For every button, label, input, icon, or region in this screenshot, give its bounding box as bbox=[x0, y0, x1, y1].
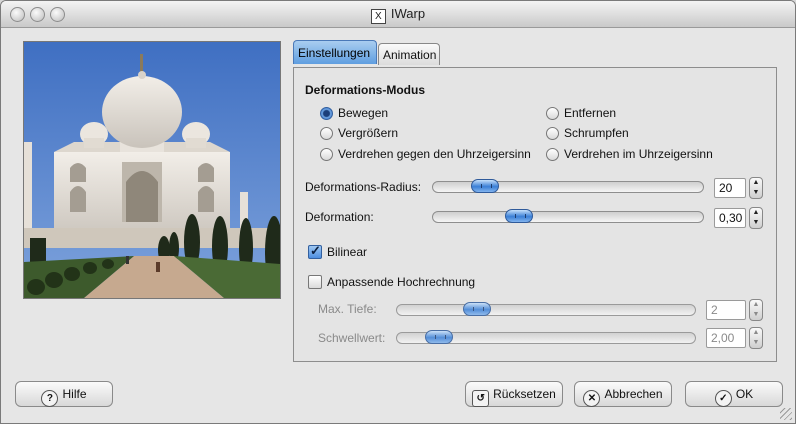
radius-slider-thumb[interactable] bbox=[471, 179, 499, 193]
adaptive-supersample-checkbox[interactable] bbox=[308, 275, 322, 289]
preview-image[interactable] bbox=[23, 41, 281, 299]
check-icon: ✓ bbox=[714, 390, 732, 407]
cancel-button[interactable]: ✕ Abbrechen bbox=[574, 381, 672, 407]
threshold-slider[interactable] bbox=[396, 330, 696, 344]
help-button[interactable]: ? Hilfe bbox=[15, 381, 113, 407]
radio-bewegen-label[interactable]: Bewegen bbox=[338, 106, 388, 120]
deformation-label: Deformation: bbox=[305, 210, 374, 224]
max-depth-slider[interactable] bbox=[396, 302, 696, 316]
question-circle-icon: ? bbox=[41, 390, 59, 407]
radius-stepper[interactable]: ▲ ▼ bbox=[749, 177, 763, 199]
tab-einstellungen-label: Einstellungen bbox=[298, 46, 371, 60]
radio-vergroessern-label[interactable]: Vergrößern bbox=[338, 126, 398, 140]
max-depth-slider-thumb[interactable] bbox=[463, 302, 491, 316]
reset-button[interactable]: ↺ Rücksetzen bbox=[465, 381, 563, 407]
radio-schrumpfen-label[interactable]: Schrumpfen bbox=[564, 126, 629, 140]
cancel-x-icon: ✕ bbox=[583, 390, 601, 407]
radio-verdrehen-im[interactable] bbox=[546, 148, 559, 161]
window-title-text: IWarp bbox=[390, 6, 426, 21]
resize-grip[interactable] bbox=[780, 408, 792, 420]
cancel-button-label: Abbrechen bbox=[604, 387, 663, 401]
deformation-slider[interactable] bbox=[432, 209, 704, 223]
deformation-stepper[interactable]: ▲ ▼ bbox=[749, 207, 763, 229]
radio-entfernen-label[interactable]: Entfernen bbox=[564, 106, 616, 120]
threshold-label: Schwellwert: bbox=[318, 331, 386, 345]
radio-verdrehen-gegen[interactable] bbox=[320, 148, 333, 161]
deformation-value-field[interactable]: 0,30 bbox=[714, 208, 746, 228]
radio-bewegen[interactable] bbox=[320, 107, 333, 120]
radio-entfernen[interactable] bbox=[546, 107, 559, 120]
radio-verdrehen-im-label[interactable]: Verdrehen im Uhrzeigersinn bbox=[564, 147, 713, 161]
help-button-label: Hilfe bbox=[62, 387, 87, 401]
tab-einstellungen[interactable]: Einstellungen bbox=[293, 40, 377, 64]
radio-schrumpfen[interactable] bbox=[546, 127, 559, 140]
max-depth-stepper[interactable]: ▲ ▼ bbox=[749, 299, 763, 321]
threshold-value-field[interactable]: 2,00 bbox=[706, 328, 746, 348]
reset-icon: ↺ bbox=[472, 390, 490, 407]
title-bar[interactable]: X IWarp bbox=[1, 1, 795, 28]
settings-panel: Deformations-Modus Bewegen Entfernen Ver… bbox=[293, 67, 777, 362]
ok-button[interactable]: ✓ OK bbox=[685, 381, 783, 407]
iwarp-dialog-window: X IWarp Einstellungen Animation Deformat… bbox=[0, 0, 796, 424]
bilinear-checkbox[interactable] bbox=[308, 243, 322, 259]
radius-slider[interactable] bbox=[432, 179, 704, 193]
dialog-content: Einstellungen Animation Deformations-Mod… bbox=[1, 28, 795, 423]
tab-animation[interactable]: Animation bbox=[378, 43, 440, 65]
mode-group-title: Deformations-Modus bbox=[305, 83, 425, 97]
reset-button-label: Rücksetzen bbox=[493, 387, 556, 401]
max-depth-value-field[interactable]: 2 bbox=[706, 300, 746, 320]
tab-animation-label: Animation bbox=[383, 48, 437, 62]
max-depth-label: Max. Tiefe: bbox=[318, 302, 377, 316]
adaptive-supersample-label[interactable]: Anpassende Hochrechnung bbox=[327, 275, 475, 289]
window-title: X IWarp bbox=[1, 6, 795, 24]
threshold-slider-thumb[interactable] bbox=[425, 330, 453, 344]
threshold-stepper[interactable]: ▲ ▼ bbox=[749, 327, 763, 349]
ok-button-label: OK bbox=[735, 387, 754, 401]
x11-app-icon: X bbox=[370, 9, 386, 24]
radio-vergroessern[interactable] bbox=[320, 127, 333, 140]
bilinear-label[interactable]: Bilinear bbox=[327, 245, 367, 259]
radius-value-field[interactable]: 20 bbox=[714, 178, 746, 198]
radius-label: Deformations-Radius: bbox=[305, 180, 422, 194]
taj-mahal-preview-picture bbox=[24, 42, 280, 298]
radio-verdrehen-gegen-label[interactable]: Verdrehen gegen den Uhrzeigersinn bbox=[338, 147, 531, 161]
deformation-slider-thumb[interactable] bbox=[505, 209, 533, 223]
